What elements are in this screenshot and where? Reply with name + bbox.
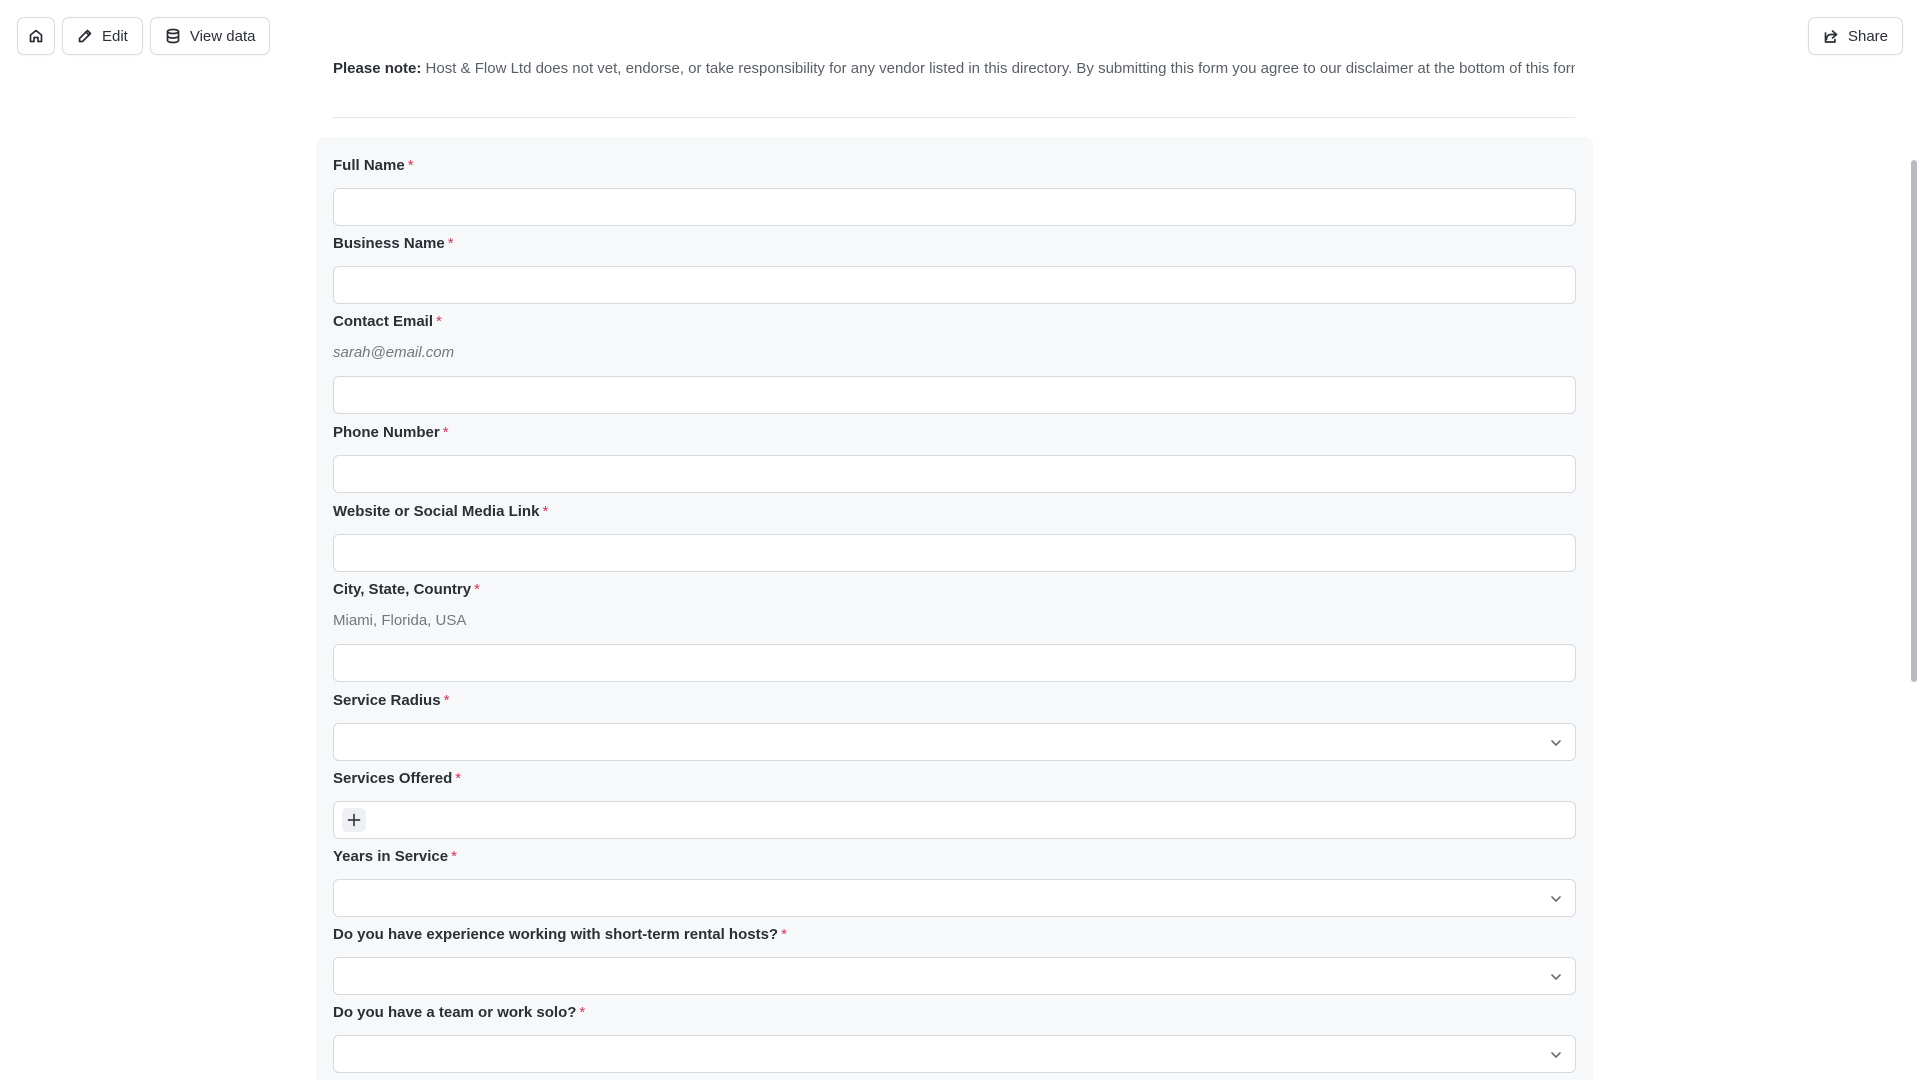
required-marker: * [407, 157, 414, 174]
contact-email-field: Contact Email * sarah@email.com [333, 312, 1576, 414]
form-page: Edit View data Share Please note: Host &… [0, 0, 1920, 1080]
share-button[interactable]: Share [1807, 17, 1903, 55]
location-hint: Miami, Florida, USA [333, 612, 467, 629]
full-name-label: Full Name [333, 157, 405, 174]
share-button-label: Share [1847, 27, 1888, 45]
chevron-down-icon [1549, 1048, 1563, 1062]
chevron-down-icon [1549, 736, 1563, 750]
form-panel: Full Name * Business Name * Contact Email *… [316, 137, 1593, 1080]
home-icon [29, 29, 43, 43]
location-input[interactable] [333, 644, 1576, 682]
pencil-icon [78, 29, 92, 43]
notice-prefix: Please note: [333, 60, 422, 77]
services-offered-label: Services Offered [333, 770, 453, 787]
chevron-down-icon [1549, 892, 1563, 906]
service-radius-field: Service Radius * [333, 691, 1576, 761]
service-radius-label: Service Radius [333, 692, 441, 709]
required-marker: * [781, 926, 787, 943]
disclaimer-notice: Please note: Host & Flow Ltd does not ve… [333, 60, 1575, 77]
database-icon [166, 28, 180, 44]
required-marker: * [436, 313, 442, 330]
view-data-button[interactable]: View data [149, 17, 271, 55]
phone-number-input[interactable] [333, 455, 1576, 493]
top-toolbar: Edit View data [17, 17, 271, 55]
location-field: City, State, Country * Miami, Florida, US… [333, 580, 1576, 682]
str-experience-select[interactable] [333, 957, 1576, 995]
scrollbar-thumb[interactable] [1911, 160, 1917, 682]
team-or-solo-select[interactable] [333, 1035, 1576, 1073]
full-name-field: Full Name * [333, 156, 1576, 226]
edit-button[interactable]: Edit [62, 17, 143, 55]
contact-email-hint: sarah@email.com [333, 344, 455, 361]
contact-email-label: Contact Email [333, 313, 434, 330]
phone-number-field: Phone Number * [333, 423, 1576, 493]
website-input[interactable] [333, 534, 1576, 572]
notice-text: Host & Flow Ltd does not vet, endorse, o… [425, 60, 1575, 77]
phone-number-label: Phone Number [333, 424, 440, 441]
plus-icon [347, 813, 361, 827]
chevron-down-icon [1549, 970, 1563, 984]
full-name-input[interactable] [333, 188, 1576, 226]
required-marker: * [442, 424, 449, 441]
service-radius-select[interactable] [333, 723, 1576, 761]
required-marker: * [455, 770, 462, 787]
business-name-label: Business Name [333, 235, 445, 252]
contact-email-input[interactable] [333, 376, 1576, 414]
required-marker: * [447, 235, 454, 252]
view-data-button-label: View data [189, 27, 256, 45]
business-name-input[interactable] [333, 266, 1576, 304]
services-offered-field: Services Offered * [333, 769, 1576, 839]
share-icon [1824, 30, 1838, 43]
required-marker: * [474, 581, 480, 598]
section-divider [333, 117, 1575, 118]
website-label: Website or Social Media Link [333, 503, 540, 520]
required-marker: * [451, 848, 457, 865]
location-label: City, State, Country [333, 581, 472, 598]
page-scrollbar[interactable] [1908, 0, 1920, 1080]
required-marker: * [579, 1004, 586, 1021]
required-marker: * [443, 692, 450, 709]
website-field: Website or Social Media Link * [333, 502, 1576, 572]
str-experience-label: Do you have experience working with shor… [333, 926, 779, 943]
business-name-field: Business Name * [333, 234, 1576, 304]
required-marker: * [542, 503, 549, 520]
edit-button-label: Edit [102, 27, 128, 45]
years-in-service-label: Years in Service [333, 848, 449, 865]
team-or-solo-field: Do you have a team or work solo? * [333, 1003, 1576, 1073]
add-service-button[interactable] [342, 808, 366, 832]
team-or-solo-label: Do you have a team or work solo? [333, 1004, 577, 1021]
str-experience-field: Do you have experience working with shor… [333, 925, 1576, 995]
years-in-service-select[interactable] [333, 879, 1576, 917]
home-button[interactable] [17, 17, 55, 55]
services-offered-input[interactable] [333, 801, 1576, 839]
years-in-service-field: Years in Service * [333, 847, 1576, 917]
